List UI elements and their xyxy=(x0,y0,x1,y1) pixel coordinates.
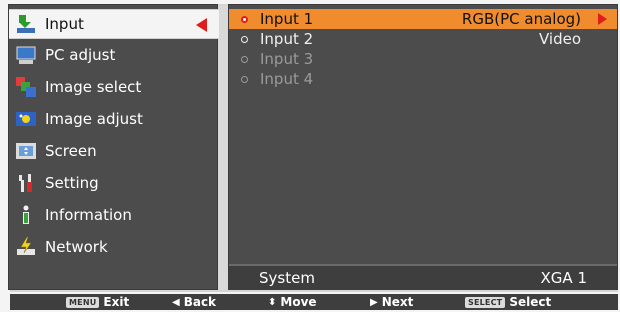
key-guide-bar: MENU Exit ◀ Back ⬍ Move ▶ Next SELECT Se… xyxy=(10,294,618,310)
guide-select: SELECT Select xyxy=(465,294,551,310)
input-option-2[interactable]: Input 2 Video xyxy=(229,29,617,49)
menu-item-setting[interactable]: Setting xyxy=(9,169,219,197)
system-label: System xyxy=(259,269,315,287)
guide-back: ◀ Back xyxy=(172,294,216,310)
select-key-icon: SELECT xyxy=(465,296,506,308)
right-triangle-icon: ▶ xyxy=(370,296,378,308)
next-arrow-icon[interactable] xyxy=(598,13,607,25)
input-option-label: Input 2 xyxy=(260,30,314,48)
screen-icon xyxy=(15,140,37,162)
guide-next: ▶ Next xyxy=(370,294,413,310)
guide-select-label: Select xyxy=(509,295,552,309)
system-info-bar: System XGA 1 xyxy=(229,264,617,290)
menu-item-label: Setting xyxy=(45,174,99,192)
information-icon xyxy=(15,204,37,226)
guide-exit-label: Exit xyxy=(103,295,130,309)
menu-item-label: Input xyxy=(45,15,84,33)
input-submenu-panel: Input 1 RGB(PC analog) Input 2 Video Inp… xyxy=(228,4,618,290)
menu-item-information[interactable]: Information xyxy=(9,201,219,229)
system-value: XGA 1 xyxy=(540,269,587,287)
input-option-4: Input 4 xyxy=(229,69,617,89)
input-option-label: Input 4 xyxy=(260,70,314,88)
menu-item-image-select[interactable]: Image select xyxy=(9,73,219,101)
menu-key-icon: MENU xyxy=(66,296,100,308)
menu-item-label: PC adjust xyxy=(45,46,116,64)
main-menu: Input PC adjust Image select Image adjus… xyxy=(8,4,219,290)
menu-item-pc-adjust[interactable]: PC adjust xyxy=(9,41,219,69)
menu-item-network[interactable]: Network xyxy=(9,233,219,261)
image-adjust-icon xyxy=(15,108,37,130)
input-option-value: Video xyxy=(538,30,581,48)
selected-arrow-icon xyxy=(196,18,207,32)
guide-back-label: Back xyxy=(183,295,217,309)
image-select-icon xyxy=(15,76,37,98)
radio-icon xyxy=(241,75,248,83)
radio-icon xyxy=(241,55,248,63)
radio-selected-icon xyxy=(241,15,248,23)
guide-move: ⬍ Move xyxy=(268,294,317,310)
menu-item-label: Image adjust xyxy=(45,110,143,128)
menu-item-label: Screen xyxy=(45,142,97,160)
input-option-3: Input 3 xyxy=(229,49,617,69)
menu-item-label: Information xyxy=(45,206,132,224)
setting-icon xyxy=(15,172,37,194)
menu-item-label: Network xyxy=(45,238,108,256)
radio-icon xyxy=(241,35,248,43)
network-icon xyxy=(15,236,37,258)
guide-exit: MENU Exit xyxy=(66,294,129,310)
input-option-label: Input 1 xyxy=(260,10,314,28)
menu-item-image-adjust[interactable]: Image adjust xyxy=(9,105,219,133)
left-triangle-icon: ◀ xyxy=(172,296,180,308)
menu-item-label: Image select xyxy=(45,78,142,96)
input-icon xyxy=(15,13,37,35)
input-option-label: Input 3 xyxy=(260,50,314,68)
menu-item-screen[interactable]: Screen xyxy=(9,137,219,165)
input-option-value: RGB(PC analog) xyxy=(461,10,581,28)
pc-adjust-icon xyxy=(15,44,37,66)
input-option-1[interactable]: Input 1 RGB(PC analog) xyxy=(229,9,617,29)
guide-move-label: Move xyxy=(280,295,317,309)
up-down-triangle-icon: ⬍ xyxy=(268,296,277,308)
menu-item-input[interactable]: Input xyxy=(9,9,219,39)
guide-next-label: Next xyxy=(381,295,414,309)
